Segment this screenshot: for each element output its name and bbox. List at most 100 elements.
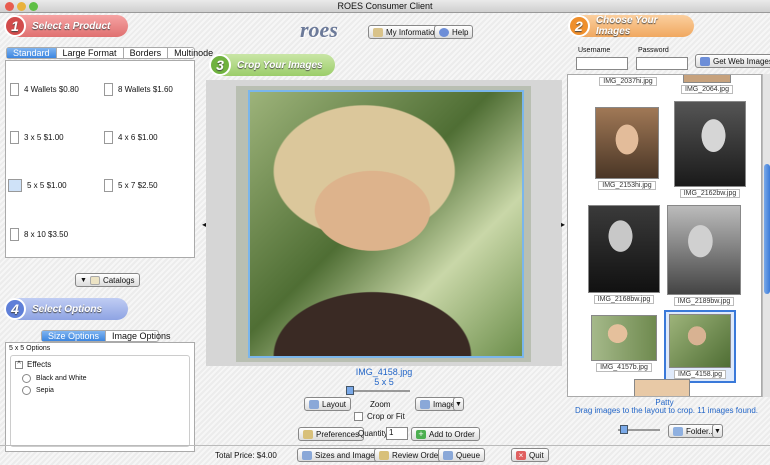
- triangle-down-icon: ▼: [80, 276, 87, 284]
- crop-canvas[interactable]: [206, 80, 562, 366]
- tab-borders[interactable]: Borders: [124, 48, 169, 58]
- crop-or-fit-checkbox[interactable]: Crop or Fit: [354, 412, 405, 421]
- thumbnail[interactable]: IMG_4157b.jpg: [589, 315, 659, 372]
- size-item[interactable]: 8 x 10 $3.50: [10, 228, 68, 241]
- step-3-banner: 3 Crop Your Images: [209, 54, 335, 76]
- thumbnail-caption: IMG_2064.jpg: [681, 85, 733, 94]
- options-panel: 5 x 5 Options ^ Effects Black and White S…: [5, 342, 195, 452]
- queue-icon: [443, 450, 453, 460]
- size-preview: [10, 131, 19, 144]
- username-input[interactable]: [576, 57, 628, 70]
- thumbnail-image: [588, 205, 660, 293]
- size-item-selected[interactable]: 5 x 5 $1.00: [8, 179, 67, 192]
- book-icon: [89, 275, 100, 285]
- catalogs-button[interactable]: ▼ Catalogs: [75, 273, 140, 287]
- zoom-slider-thumb[interactable]: [346, 386, 354, 395]
- folder-icon: [673, 426, 683, 436]
- thumbnail-caption: IMG_2168bw.jpg: [593, 295, 655, 304]
- preferences-button[interactable]: Preferences: [298, 427, 365, 441]
- thumbnail-image: [669, 314, 731, 368]
- folder-dropdown-button[interactable]: ▼: [712, 424, 723, 438]
- thumbnail[interactable]: IMG_2153hi.jpg: [579, 107, 675, 190]
- thumbnail-caption: IMG_2153hi.jpg: [598, 181, 656, 190]
- product-tabs: Standard Large Format Borders Multinode: [6, 47, 213, 59]
- add-to-order-button[interactable]: + Add to Order: [411, 427, 480, 441]
- crop-size: 5 x 5: [374, 377, 394, 387]
- password-input[interactable]: [636, 57, 688, 70]
- size-preview: [10, 83, 19, 96]
- checkbox[interactable]: [354, 412, 363, 421]
- tab-standard[interactable]: Standard: [7, 48, 57, 58]
- thumbnail[interactable]: IMG_2037hi.jpg: [594, 75, 662, 86]
- size-item[interactable]: 5 x 7 $2.50: [104, 179, 158, 192]
- zoom-slider[interactable]: [346, 386, 410, 395]
- thumbnail-selected[interactable]: IMG_4158.jpg: [664, 310, 736, 383]
- image-dropdown-button[interactable]: ▼: [453, 397, 464, 411]
- browser-scrollbar[interactable]: [762, 74, 770, 397]
- minimize-window-button[interactable]: [17, 2, 26, 11]
- sepia-option[interactable]: Sepia: [22, 386, 54, 395]
- quantity-label: Quantity: [358, 429, 388, 438]
- globe-icon: [700, 56, 710, 66]
- tab-large-format[interactable]: Large Format: [57, 48, 124, 58]
- size-item[interactable]: 4 Wallets $0.80: [10, 83, 79, 96]
- thumbnail-size-slider-thumb[interactable]: [620, 425, 628, 434]
- review-icon: [379, 450, 389, 460]
- crop-photo[interactable]: [248, 90, 524, 358]
- size-preview: [8, 179, 22, 192]
- radio-button[interactable]: [22, 386, 31, 395]
- close-window-button[interactable]: [5, 2, 14, 11]
- triangle-down-icon: ▼: [714, 427, 721, 435]
- right-splitter-icon[interactable]: ▸: [561, 220, 565, 229]
- size-list: 4 Wallets $0.80 8 Wallets $1.60 3 x 5 $1…: [5, 60, 195, 258]
- thumbnail-caption: IMG_4158.jpg: [674, 370, 726, 379]
- quantity-input[interactable]: 1: [386, 427, 408, 440]
- tab-image-options[interactable]: Image Options: [106, 331, 177, 341]
- preferences-icon: [303, 429, 313, 439]
- quit-button[interactable]: × Quit: [511, 448, 549, 462]
- radio-button[interactable]: [22, 374, 31, 383]
- sizes-and-images-button[interactable]: Sizes and Images: [297, 448, 384, 462]
- thumbnail-caption: IMG_2189bw.jpg: [673, 297, 735, 306]
- password-label: Password: [638, 47, 669, 54]
- get-web-images-button[interactable]: Get Web Images: [695, 54, 770, 68]
- roes-logo: roes: [300, 17, 338, 42]
- scrollbar-thumb[interactable]: [764, 164, 770, 294]
- size-preview: [104, 83, 113, 96]
- effects-header[interactable]: ^ Effects: [15, 360, 51, 369]
- size-preview: [104, 179, 113, 192]
- thumbnail-image: [595, 107, 659, 179]
- collapse-icon: ^: [15, 360, 23, 369]
- tab-size-options[interactable]: Size Options: [42, 331, 107, 341]
- size-item[interactable]: 3 x 5 $1.00: [10, 131, 64, 144]
- thumbnail[interactable]: [632, 379, 692, 396]
- sizes-icon: [302, 450, 312, 460]
- help-button[interactable]: Help: [434, 25, 474, 39]
- black-and-white-option[interactable]: Black and White: [22, 374, 87, 383]
- left-splitter-icon[interactable]: ◂: [202, 220, 206, 229]
- my-information-button[interactable]: My Information: [368, 25, 444, 39]
- person-icon: [373, 27, 383, 37]
- triangle-down-icon: ▼: [455, 400, 462, 408]
- review-order-button[interactable]: Review Order: [374, 448, 446, 462]
- thumbnail-size-slider[interactable]: [618, 425, 660, 434]
- username-label: Username: [578, 47, 611, 54]
- layout-icon: [309, 399, 319, 409]
- thumbnail[interactable]: IMG_2064.jpg: [673, 75, 741, 94]
- size-item[interactable]: 4 x 6 $1.00: [104, 131, 158, 144]
- thumbnail[interactable]: IMG_2162bw.jpg: [672, 101, 748, 198]
- thumbnail-caption: IMG_4157b.jpg: [596, 363, 652, 372]
- size-item[interactable]: 8 Wallets $1.60: [104, 83, 173, 96]
- browser-status-message: Drag images to the layout to crop. 11 im…: [574, 406, 759, 415]
- layout-button[interactable]: Layout: [304, 397, 352, 411]
- thumbnail[interactable]: IMG_2168bw.jpg: [586, 205, 662, 304]
- thumbnail[interactable]: IMG_2189bw.jpg: [664, 205, 744, 306]
- size-preview: [10, 228, 19, 241]
- plus-icon: +: [416, 429, 426, 439]
- total-price: Total Price: $4.00: [215, 451, 277, 460]
- image-browser: IMG_2037hi.jpg IMG_2064.jpg IMG_2153hi.j…: [567, 74, 762, 397]
- queue-button[interactable]: Queue: [438, 448, 486, 462]
- option-tabs: Size Options Image Options: [41, 330, 171, 342]
- zoom-window-button[interactable]: [29, 2, 38, 11]
- step-1-banner: 1 Select a Product: [4, 15, 128, 37]
